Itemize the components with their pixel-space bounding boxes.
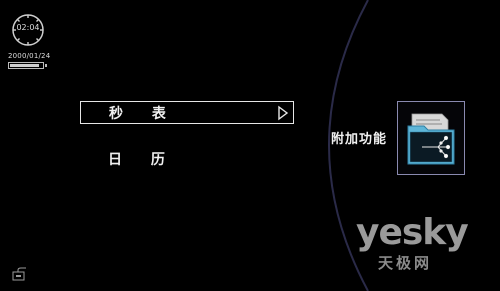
watermark-subtitle: 天极网 [378, 254, 433, 272]
clock-time: 02:04 [16, 23, 40, 32]
feature-label: 附加功能 [331, 132, 388, 147]
menu-item-stopwatch[interactable]: 秒 表 [80, 101, 294, 124]
battery-icon [8, 62, 44, 69]
menu-item-calendar[interactable]: 日 历 [80, 147, 294, 170]
lock-icon [12, 267, 26, 281]
folder-network-icon [407, 113, 455, 165]
device-screen: 02:04 2000/01/24 秒 表 日 历 附加功能 yesky 天极网 [0, 0, 500, 291]
chevron-right-icon [276, 105, 290, 121]
menu-item-label: 秒 表 [109, 105, 178, 122]
battery-level-fill [10, 64, 39, 67]
main-menu: 秒 表 日 历 [80, 101, 294, 170]
feature-tile[interactable] [397, 101, 465, 175]
watermark-logo: yesky [356, 212, 469, 253]
date-label: 2000/01/24 [8, 52, 51, 60]
menu-item-label: 日 历 [108, 151, 177, 168]
battery-tip [45, 64, 47, 67]
